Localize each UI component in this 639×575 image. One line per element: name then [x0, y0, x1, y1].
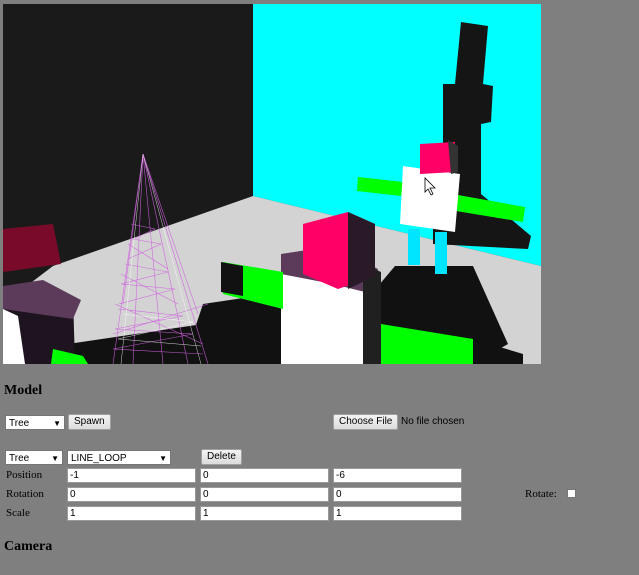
rotate-label: Rotate: — [525, 488, 557, 500]
chevron-down-icon: ▼ — [159, 454, 167, 463]
scene-green-bar-end — [221, 262, 243, 296]
choose-file-button[interactable]: Choose File — [333, 414, 399, 430]
scene-cyan-leg-left — [408, 229, 420, 265]
rotation-x-input[interactable]: 0 — [67, 487, 196, 502]
no-file-chosen-text: No file chosen — [401, 416, 465, 427]
delete-button[interactable]: Delete — [201, 449, 242, 465]
instance-select[interactable]: Tree ▼ — [5, 450, 63, 465]
scene-cyan-leg-right — [435, 232, 447, 274]
chevron-down-icon: ▼ — [53, 419, 61, 428]
rotation-y-input[interactable]: 0 — [200, 487, 329, 502]
camera-heading: Camera — [4, 539, 53, 554]
rotation-z-input[interactable]: 0 — [333, 487, 462, 502]
webgl-canvas[interactable] — [3, 4, 541, 364]
scale-label: Scale — [6, 507, 30, 519]
scene-center-head-side — [348, 212, 375, 289]
model-type-select[interactable]: Tree ▼ — [5, 415, 65, 430]
scale-z-input[interactable]: 1 — [333, 506, 462, 521]
rotate-checkbox[interactable] — [567, 489, 576, 498]
instance-select-value: Tree — [9, 453, 30, 464]
position-y-input[interactable]: 0 — [200, 468, 329, 483]
scale-x-input[interactable]: 1 — [67, 506, 196, 521]
model-type-select-value: Tree — [9, 418, 30, 429]
scene-dark-wall — [3, 4, 253, 219]
rotation-label: Rotation — [6, 488, 44, 500]
model-heading: Model — [4, 383, 43, 398]
scale-y-input[interactable]: 1 — [200, 506, 329, 521]
scene-render — [3, 4, 541, 364]
position-x-input[interactable]: -1 — [67, 468, 196, 483]
spawn-button[interactable]: Spawn — [68, 414, 111, 430]
position-z-input[interactable]: -6 — [333, 468, 462, 483]
scene-white-body — [400, 166, 460, 232]
position-label: Position — [6, 469, 43, 481]
draw-mode-select-value: LINE_LOOP — [71, 453, 127, 464]
chevron-down-icon: ▼ — [51, 454, 59, 463]
scene-left-magenta-cube — [3, 224, 61, 272]
draw-mode-select[interactable]: LINE_LOOP ▼ — [67, 450, 171, 465]
